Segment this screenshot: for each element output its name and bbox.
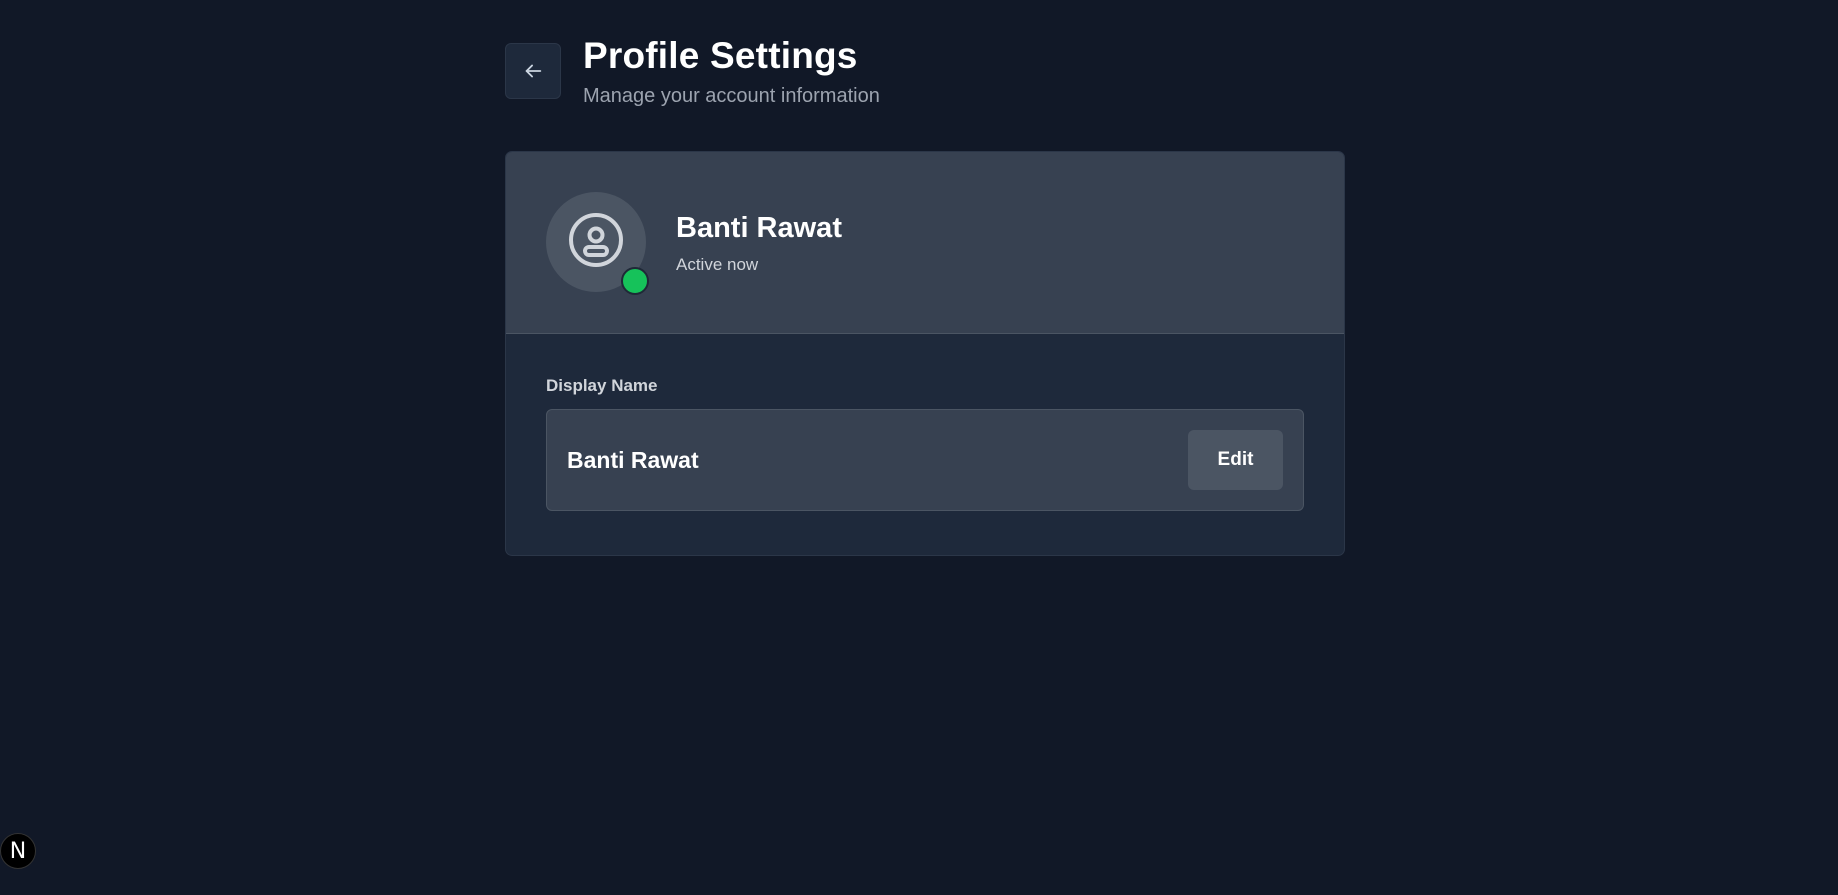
display-name-field: Banti Rawat Edit [546, 409, 1304, 511]
display-name-section: Display Name Banti Rawat Edit [506, 334, 1344, 511]
header-titles: Profile Settings Manage your account inf… [583, 36, 880, 109]
edit-button[interactable]: Edit [1188, 430, 1283, 490]
profile-status: Active now [676, 255, 759, 274]
page-subtitle: Manage your account information [583, 85, 880, 107]
arrow-left-icon [522, 60, 544, 82]
display-name-value: Banti Rawat [567, 446, 699, 473]
profile-card: Banti Rawat Active now Display Name Bant… [505, 151, 1345, 556]
profile-name: Banti Rawat [676, 212, 842, 244]
profile-info: Banti Rawat Active now [676, 211, 842, 276]
dev-tools-badge[interactable]: N [0, 833, 36, 869]
display-name-label: Display Name [546, 376, 658, 395]
online-status-indicator [621, 267, 649, 295]
page-title: Profile Settings [583, 35, 858, 76]
profile-header: Banti Rawat Active now [506, 152, 1344, 334]
user-circle-icon [566, 210, 626, 275]
page-header: Profile Settings Manage your account inf… [505, 36, 880, 109]
back-button[interactable] [505, 43, 561, 99]
profile-settings-page: Profile Settings Manage your account inf… [0, 0, 1838, 895]
